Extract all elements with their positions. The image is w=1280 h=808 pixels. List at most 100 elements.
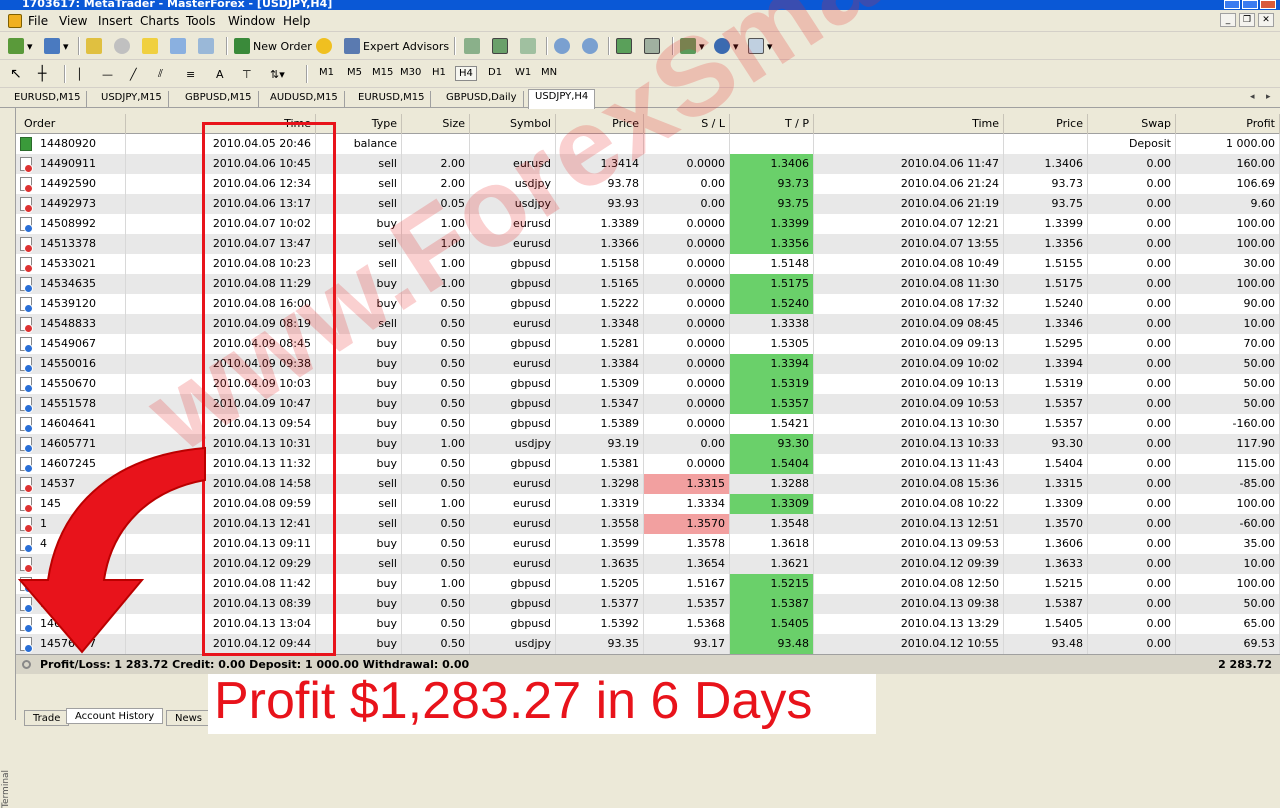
table-row[interactable]: 14605771 2010.04.13 10:31 buy 1.00 usdjpy 93.… [16,434,1280,454]
column-header[interactable]: T / P [730,114,814,134]
column-header[interactable]: Time [126,114,316,134]
tab-news[interactable]: News [166,710,212,726]
timeframe-mn[interactable]: MN [538,66,560,79]
tab-account-history[interactable]: Account History [66,708,164,724]
zoom-in-button[interactable] [554,36,574,56]
timeframe-m5[interactable]: M5 [344,66,365,79]
vertical-line-button[interactable]: │ [76,64,96,84]
chart-tab[interactable]: EURUSD,M15 [352,91,432,108]
table-row[interactable]: 2010.04.08 11:42 buy 1.00 gbpusd 1.5205 1.516… [16,574,1280,594]
crosshair-button[interactable]: ┼ [38,64,58,84]
trendline-button[interactable]: ╱ [130,64,150,84]
table-row[interactable]: 14550016 2010.04.09 09:38 buy 0.50 eurusd 1.3… [16,354,1280,374]
minimize-button[interactable] [1224,0,1240,9]
table-row[interactable]: 14604641 2010.04.13 09:54 buy 0.50 gbpusd 1.5… [16,414,1280,434]
templates-button[interactable]: ▾ [748,36,773,56]
menu-help[interactable]: Help [283,14,310,28]
menu-charts[interactable]: Charts [140,14,179,28]
chart-tab[interactable]: USDJPY,M15 [95,91,169,108]
mdi-restore-button[interactable]: ❐ [1239,13,1255,27]
tab-scroll-left-icon[interactable]: ◂ [1250,92,1255,102]
table-row[interactable]: 14480920 2010.04.05 20:46 balance Deposit 1 … [16,134,1280,154]
table-row[interactable]: 14513378 2010.04.07 13:47 sell 1.00 eurusd 1.… [16,234,1280,254]
chart-tab[interactable]: GBPUSD,M15 [179,91,259,108]
table-row[interactable]: 14576307 2010.04.12 09:44 buy 0.50 usdjpy 93.… [16,634,1280,654]
column-header[interactable]: Price [1004,114,1088,134]
table-row[interactable]: 145 2010.04.08 09:59 sell 1.00 eurusd 1.3319 1… [16,494,1280,514]
text-button[interactable]: A [216,64,236,84]
market-watch-button[interactable] [86,36,106,56]
profiles-button[interactable]: ▾ [44,36,69,56]
expert-advisors-button[interactable]: Expert Advisors [344,36,449,56]
column-header[interactable]: Order [16,114,126,134]
equidistant-channel-button[interactable]: ⫽ [158,64,178,84]
new-order-button[interactable]: New Order [234,36,312,56]
table-row[interactable]: 14551578 2010.04.09 10:47 buy 0.50 gbpusd 1.5… [16,394,1280,414]
fibonacci-button[interactable]: ≡ [186,64,206,84]
menu-view[interactable]: View [59,14,87,28]
mdi-close-button[interactable]: ✕ [1258,13,1274,27]
chart-tab[interactable]: AUDUSD,M15 [264,91,345,108]
zoom-out-button[interactable] [582,36,602,56]
table-row[interactable]: 14550670 2010.04.09 10:03 buy 0.50 gbpusd 1.5… [16,374,1280,394]
favorites-button[interactable] [142,36,162,56]
arrows-button[interactable]: ⇅▾ [270,64,290,84]
column-header[interactable]: Time [814,114,1004,134]
tab-scroll-right-icon[interactable]: ▸ [1266,92,1271,102]
table-row[interactable]: 2010.04.12 09:29 sell 0.50 eurusd 1.3635 1.36… [16,554,1280,574]
timeframe-d1[interactable]: D1 [485,66,505,79]
chart-tab[interactable]: EURUSD,M15 [8,91,88,108]
column-header[interactable]: Profit [1176,114,1280,134]
timeframe-m1[interactable]: M1 [316,66,337,79]
table-row[interactable]: 14549067 2010.04.09 08:45 buy 0.50 gbpusd 1.5… [16,334,1280,354]
menu-tools[interactable]: Tools [186,14,216,28]
table-row[interactable]: 14534635 2010.04.08 11:29 buy 1.00 gbpusd 1.5… [16,274,1280,294]
column-header[interactable]: Swap [1088,114,1176,134]
column-header[interactable]: Price [556,114,644,134]
table-row[interactable]: 14508992 2010.04.07 10:02 buy 1.00 eurusd 1.3… [16,214,1280,234]
column-header[interactable]: Type [316,114,402,134]
table-row[interactable]: 14607245 2010.04.13 11:32 buy 0.50 gbpusd 1.5… [16,454,1280,474]
menu-file[interactable]: File [28,14,48,28]
column-header[interactable]: Size [402,114,470,134]
close-button[interactable] [1260,0,1276,9]
app-icon[interactable] [8,14,22,28]
maximize-button[interactable] [1242,0,1258,9]
auto-scroll-button[interactable] [616,36,636,56]
navigator-button[interactable] [114,36,134,56]
timeframe-m30[interactable]: M30 [397,66,424,79]
table-row[interactable]: 14533021 2010.04.08 10:23 sell 1.00 gbpusd 1.… [16,254,1280,274]
timeframe-w1[interactable]: W1 [512,66,534,79]
table-row[interactable]: 14539120 2010.04.08 16:00 buy 0.50 gbpusd 1.5… [16,294,1280,314]
strategy-tester-button[interactable] [198,36,218,56]
table-row[interactable]: 14490911 2010.04.06 10:45 sell 2.00 eurusd 1.… [16,154,1280,174]
menu-insert[interactable]: Insert [98,14,132,28]
timeframe-m15[interactable]: M15 [369,66,396,79]
timeframe-h1[interactable]: H1 [429,66,449,79]
horizontal-line-button[interactable]: — [102,64,122,84]
autotrading-button[interactable] [316,36,336,56]
menu-window[interactable]: Window [228,14,275,28]
table-row[interactable]: 14 2010.04.13 08:39 buy 0.50 gbpusd 1.5377 1.5… [16,594,1280,614]
text-label-button[interactable]: ⊤ [242,64,262,84]
chart-tab[interactable]: GBPUSD,Daily [440,91,524,108]
candlestick-button[interactable] [492,36,512,56]
table-row[interactable]: 146 2010.04.13 13:04 buy 0.50 gbpusd 1.5392 1.… [16,614,1280,634]
mdi-minimize-button[interactable]: _ [1220,13,1236,27]
table-row[interactable]: 4 2010.04.13 09:11 buy 0.50 eurusd 1.3599 1.35… [16,534,1280,554]
periods-button[interactable]: ▾ [714,36,739,56]
cursor-button[interactable]: ↖ [10,64,30,84]
column-header[interactable]: Symbol [470,114,556,134]
table-row[interactable]: 14492973 2010.04.06 13:17 sell 0.05 usdjpy 93… [16,194,1280,214]
chart-shift-button[interactable] [644,36,664,56]
column-header[interactable]: S / L [644,114,730,134]
tab-trade[interactable]: Trade [24,710,70,726]
timeframe-h4[interactable]: H4 [455,66,477,81]
table-row[interactable]: 14537 2010.04.08 14:58 sell 0.50 eurusd 1.329… [16,474,1280,494]
indicators-button[interactable]: ▾ [680,36,705,56]
table-row[interactable]: 1 2010.04.13 12:41 sell 0.50 eurusd 1.3558 1.3… [16,514,1280,534]
chart-tab-active[interactable]: USDJPY,H4 [528,89,596,109]
bar-chart-button[interactable] [464,36,484,56]
table-row[interactable]: 14492590 2010.04.06 12:34 sell 2.00 usdjpy 93… [16,174,1280,194]
new-chart-button[interactable]: ▾ [8,36,33,56]
